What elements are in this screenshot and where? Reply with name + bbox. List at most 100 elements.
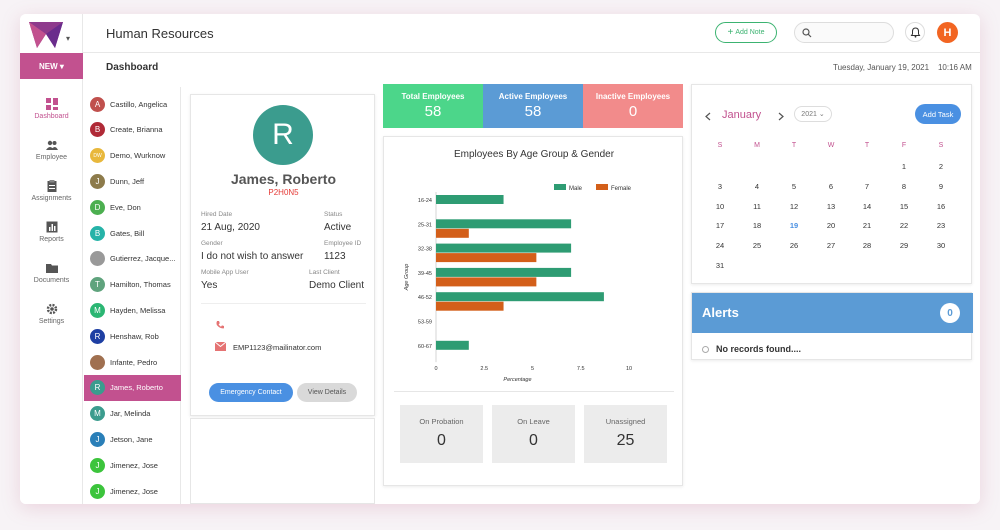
nav-employee[interactable]: Employee bbox=[20, 139, 83, 161]
x-tick-label: 5 bbox=[531, 366, 534, 372]
gear-icon bbox=[46, 303, 57, 315]
calendar-day[interactable]: 5 bbox=[776, 182, 812, 191]
calendar-weekday: M bbox=[754, 142, 760, 149]
unassigned-value: 25 bbox=[616, 432, 635, 449]
on-leave-box[interactable]: On Leave 0 bbox=[492, 405, 575, 463]
bar bbox=[436, 219, 572, 229]
employee-list-item[interactable]: M Hayden, Melissa bbox=[84, 297, 181, 323]
employee-list-item[interactable]: M Jar, Melinda bbox=[84, 401, 181, 427]
calendar-day[interactable]: 24 bbox=[702, 241, 738, 250]
status-label: Status bbox=[324, 211, 343, 218]
add-task-button[interactable]: Add Task bbox=[915, 104, 961, 124]
nav-dashboard[interactable]: Dashboard bbox=[20, 98, 83, 120]
email-value[interactable]: EMP1123@mailinator.com bbox=[233, 343, 321, 352]
calendar-day[interactable]: 18 bbox=[739, 221, 775, 230]
profile-secondary-card bbox=[190, 418, 375, 504]
calendar-day[interactable]: 12 bbox=[776, 202, 812, 211]
employee-list-item[interactable]: J Jimenez, Jose bbox=[84, 478, 181, 504]
calendar-day[interactable]: 19 bbox=[776, 221, 812, 230]
employee-list-item[interactable]: R Henshaw, Rob bbox=[84, 323, 181, 349]
calendar-day[interactable]: 3 bbox=[702, 182, 738, 191]
logo-icon[interactable] bbox=[29, 22, 63, 48]
calendar-day[interactable]: 1 bbox=[886, 162, 922, 171]
calendar-day[interactable]: 21 bbox=[849, 221, 885, 230]
add-note-button[interactable]: + Add Note bbox=[715, 22, 777, 43]
calendar-day[interactable]: 27 bbox=[813, 241, 849, 250]
stat-active-employees[interactable]: Active Employees 58 bbox=[483, 84, 583, 128]
employee-list-item[interactable]: Infante, Pedro bbox=[84, 349, 181, 375]
calendar-day[interactable]: 28 bbox=[849, 241, 885, 250]
stat-inactive-label: Inactive Employees bbox=[595, 92, 671, 101]
employee-avatar: M bbox=[90, 406, 105, 422]
calendar-day[interactable]: 30 bbox=[923, 241, 959, 250]
employee-list-item[interactable]: B Create, Brianna bbox=[84, 117, 181, 143]
calendar-weekday: S bbox=[938, 142, 944, 149]
email-icon[interactable] bbox=[215, 342, 226, 351]
calendar-day[interactable]: 25 bbox=[739, 241, 775, 250]
new-button[interactable]: NEW ▾ bbox=[20, 53, 83, 79]
employee-list: A Castillo, Angelica B Create, Brianna DW Dem… bbox=[84, 87, 181, 504]
y-tick-label: 46-52 bbox=[418, 295, 432, 301]
notifications-button[interactable] bbox=[905, 22, 925, 42]
calendar-weekday: T bbox=[864, 142, 870, 149]
employee-list-item[interactable]: A Castillo, Angelica bbox=[84, 91, 181, 117]
calendar-day[interactable]: 31 bbox=[702, 261, 738, 270]
calendar-day[interactable]: 9 bbox=[923, 182, 959, 191]
on-probation-label: On Probation bbox=[419, 417, 464, 426]
calendar-day[interactable]: 16 bbox=[923, 202, 959, 211]
calendar-day[interactable]: 11 bbox=[739, 202, 775, 211]
employee-list-item[interactable]: Gutierrez, Jacque... bbox=[84, 246, 181, 272]
employee-name: Jar, Melinda bbox=[110, 409, 151, 419]
employee-avatar: D bbox=[90, 199, 105, 215]
employee-list-item[interactable]: B Gates, Bill bbox=[84, 220, 181, 246]
year-select[interactable]: 2021 ⌄ bbox=[794, 106, 832, 122]
employee-list-item[interactable]: J Jimenez, Jose bbox=[84, 452, 181, 478]
calendar-day[interactable]: 26 bbox=[776, 241, 812, 250]
calendar-day[interactable]: 22 bbox=[886, 221, 922, 230]
nav-documents[interactable]: Documents bbox=[20, 262, 83, 284]
employee-list-item[interactable]: J Dunn, Jeff bbox=[84, 168, 181, 194]
employee-list-item[interactable]: DW Demo, Wurknow bbox=[84, 143, 181, 169]
employee-list-item[interactable]: D Eve, Don bbox=[84, 194, 181, 220]
calendar-day[interactable]: 7 bbox=[849, 182, 885, 191]
alerts-title: Alerts bbox=[702, 305, 739, 320]
people-icon bbox=[45, 140, 58, 150]
calendar-day[interactable]: 23 bbox=[923, 221, 959, 230]
on-probation-box[interactable]: On Probation 0 bbox=[400, 405, 483, 463]
calendar-day[interactable]: 13 bbox=[813, 202, 849, 211]
calendar-day[interactable]: 10 bbox=[702, 202, 738, 211]
emergency-contact-button[interactable]: Emergency Contact bbox=[209, 383, 293, 402]
calendar-day[interactable]: 17 bbox=[702, 221, 738, 230]
current-date: Tuesday, January 19, 2021 bbox=[833, 63, 930, 72]
y-axis-label: Age Group bbox=[404, 264, 410, 292]
user-avatar[interactable]: H bbox=[937, 22, 958, 43]
calendar-day[interactable]: 20 bbox=[813, 221, 849, 230]
calendar-day[interactable]: 2 bbox=[923, 162, 959, 171]
chevron-down-icon[interactable]: ▾ bbox=[66, 34, 70, 43]
left-nav: ▾ NEW ▾ Dashboard Employee Assignments R… bbox=[20, 14, 83, 504]
legend-swatch bbox=[554, 184, 566, 190]
calendar-day[interactable]: 14 bbox=[849, 202, 885, 211]
calendar-day[interactable]: 6 bbox=[813, 182, 849, 191]
employee-list-item[interactable]: R James, Roberto bbox=[84, 374, 181, 401]
year-value: 2021 bbox=[801, 110, 817, 118]
calendar-day[interactable]: 29 bbox=[886, 241, 922, 250]
search-input[interactable] bbox=[794, 22, 894, 43]
next-month-icon[interactable] bbox=[778, 112, 784, 121]
nav-settings[interactable]: Settings bbox=[20, 303, 83, 325]
calendar-day[interactable]: 8 bbox=[886, 182, 922, 191]
employee-list-item[interactable]: T Hamilton, Thomas bbox=[84, 272, 181, 298]
stat-inactive-employees[interactable]: Inactive Employees 0 bbox=[583, 84, 683, 128]
employee-name: Demo, Wurknow bbox=[110, 151, 166, 161]
nav-assignments[interactable]: Assignments bbox=[20, 180, 83, 202]
prev-month-icon[interactable] bbox=[705, 112, 711, 121]
unassigned-box[interactable]: Unassigned 25 bbox=[584, 405, 667, 463]
calendar-day[interactable]: 15 bbox=[886, 202, 922, 211]
stat-total-employees[interactable]: Total Employees 58 bbox=[383, 84, 483, 128]
employee-list-item[interactable]: J Jetson, Jane bbox=[84, 426, 181, 452]
phone-icon[interactable] bbox=[215, 320, 225, 330]
calendar-day[interactable]: 4 bbox=[739, 182, 775, 191]
view-details-button[interactable]: View Details bbox=[297, 383, 357, 402]
employee-avatar bbox=[90, 251, 105, 267]
nav-reports[interactable]: Reports bbox=[20, 221, 83, 243]
